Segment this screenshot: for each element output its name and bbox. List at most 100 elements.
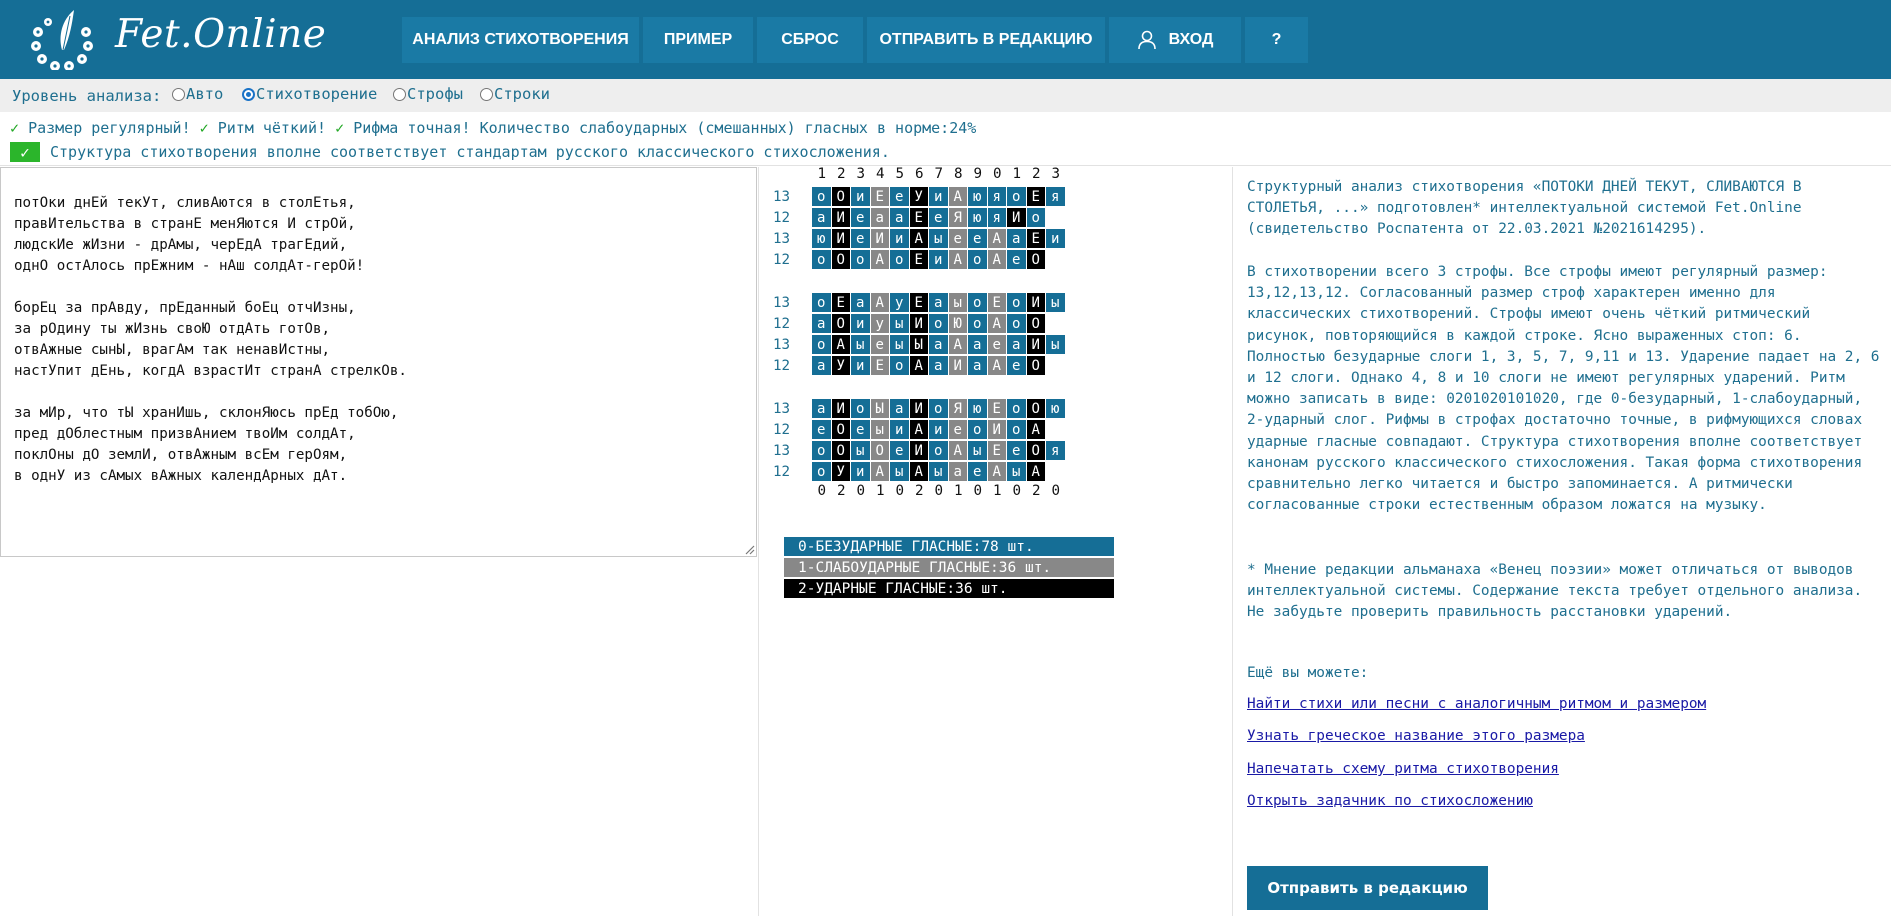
vowel-cell: о: [1007, 293, 1027, 312]
poem-line: правИтельства в странЕ менЯются И стрОй,: [14, 216, 356, 232]
reset-button[interactable]: СБРОС: [757, 17, 863, 63]
pattern-digit: 1: [992, 483, 1002, 499]
submit-header-button[interactable]: ОТПРАВИТЬ В РЕДАКЦИЮ: [867, 17, 1105, 63]
radio-circle-selected[interactable]: [242, 87, 255, 101]
vowel-cell: А: [870, 250, 890, 269]
brand-title[interactable]: Fet.Online: [115, 12, 326, 57]
syllable-count: 13: [773, 230, 791, 247]
vowel-cell: е: [890, 187, 910, 206]
link-similar-rhythm[interactable]: Найти стихи или песни с аналогичным ритм…: [1247, 696, 1706, 712]
check-icon: ✓: [335, 119, 345, 137]
vowel-cell: а: [929, 356, 949, 375]
vowel-cell: а: [929, 293, 949, 312]
vowel-cell: И: [870, 229, 890, 248]
vowel-cell: о: [851, 399, 871, 418]
analyze-button[interactable]: АНАЛИЗ СТИХОТВОРЕНИЯ: [402, 17, 639, 63]
vowel-cell: о: [968, 314, 988, 333]
column-number: 4: [875, 166, 885, 182]
pattern-digit: 0: [856, 483, 866, 499]
pattern-digit: 0: [1012, 483, 1022, 499]
poem-textarea[interactable]: потОки днЕй текУт, сливАются в столЕтья,…: [0, 167, 757, 557]
vowel-cell: О: [831, 187, 851, 206]
vowel-cell: и: [929, 250, 949, 269]
vowel-cell: ы: [890, 314, 910, 333]
radio-circle[interactable]: [393, 87, 406, 101]
radio-stanzas[interactable]: Строфы: [393, 85, 463, 103]
vowel-cell: и: [929, 420, 949, 439]
vowel-cell: о: [1007, 314, 1027, 333]
vowel-cell: и: [890, 420, 910, 439]
rhythm-row: 13 о Оы Ое Ио Аы Ее Оя: [773, 441, 1066, 460]
poem-line: за мИр, что тЫ хранИшь, склонЯюсь прЕд т…: [14, 405, 399, 421]
vowel-cell: е: [851, 420, 871, 439]
status-meter: Размер регулярный!: [28, 119, 191, 137]
vowel-cell: и: [1046, 229, 1066, 248]
poem-line: поклОны дО землИ, отвАжным всЕм герОям,: [14, 447, 348, 463]
syllable-column-numbers: 1234567890123: [812, 166, 1066, 182]
poem-line: пред дОблестным призвАнием твоИм солдАт,: [14, 426, 356, 442]
vowel-cell: ю: [968, 399, 988, 418]
vowel-cell: а: [890, 208, 910, 227]
resize-grip-icon[interactable]: [743, 543, 755, 555]
column-number: 3: [1051, 166, 1061, 182]
radio-poem[interactable]: Стихотворение: [242, 85, 377, 103]
vowel-cell: И: [909, 441, 929, 460]
report-note: * Мнение редакции альманаха «Венец поэзи…: [1247, 560, 1882, 624]
link-print-scheme[interactable]: Напечатать схему ритма стихотворения: [1247, 761, 1559, 777]
vowel-cell: А: [831, 335, 851, 354]
vowel-cell: А: [1026, 420, 1046, 439]
help-button[interactable]: ?: [1245, 17, 1308, 63]
radio-auto[interactable]: Авто: [172, 85, 223, 103]
report-intro-text: Структурный анализ стихотворения «ПОТОКИ…: [1247, 179, 1802, 238]
vowel-cell: А: [1026, 462, 1046, 481]
legend-weak-label: 1-СЛАБОУДАРНЫЕ ГЛАСНЫЕ:36 шт.: [798, 559, 1052, 576]
syllable-count: 12: [773, 209, 791, 226]
vowel-cell: о: [1007, 399, 1027, 418]
vowel-cell: Е: [1026, 187, 1046, 206]
radio-circle[interactable]: [480, 87, 493, 101]
link-exercises[interactable]: Открыть задачник по стихосложению: [1247, 793, 1533, 809]
vowel-cell: ы: [948, 293, 968, 312]
vowel-cell: и: [890, 229, 910, 248]
column-number: 2: [836, 166, 846, 182]
vowel-cell: О: [1026, 250, 1046, 269]
vowel-cell: о: [812, 335, 832, 354]
vowel-cell: и: [851, 462, 871, 481]
poem-line: в однУ из сАмых вАжных календАрных дАт.: [14, 468, 348, 484]
poem-line: [14, 382, 407, 403]
rhythm-row: 13 о Аы е ы Ыа Аа е а Иы: [773, 335, 1066, 354]
column-number: 6: [914, 166, 924, 182]
vowel-cell: о: [968, 420, 988, 439]
vowel-cell: Е: [870, 187, 890, 206]
rhythm-row: 13 о Еа Ау Еа ы о Ео Иы: [773, 293, 1066, 312]
poem-text[interactable]: потОки днЕй текУт, сливАются в столЕтья,…: [14, 193, 407, 487]
link-greek-name[interactable]: Узнать греческое название этого размера: [1247, 728, 1585, 744]
vowel-cell: а: [870, 208, 890, 227]
report-intro: Структурный анализ стихотворения «ПОТОКИ…: [1247, 177, 1882, 241]
login-button[interactable]: ВХОД: [1109, 17, 1241, 63]
radio-lines[interactable]: Строки: [480, 85, 550, 103]
vowel-cell: И: [1007, 208, 1027, 227]
legend-unstressed-label: 0-БЕЗУДАРНЫЕ ГЛАСНЫЕ:78 шт.: [798, 538, 1034, 555]
analysis-level-label: Уровень анализа:: [12, 87, 162, 105]
legend-stressed: 2-УДАРНЫЕ ГЛАСНЫЕ:36 шт.: [784, 579, 1114, 598]
send-to-editor-label: Отправить в редакцию: [1267, 879, 1468, 897]
rhythm-row: 12 е Ое ы и Аи е о Ио А: [773, 420, 1046, 439]
legend-stressed-label: 2-УДАРНЫЕ ГЛАСНЫЕ:36 шт.: [798, 580, 1008, 597]
radio-lines-label: Строки: [494, 85, 550, 103]
pattern-digit: 1: [875, 483, 885, 499]
vowel-cell: о: [851, 250, 871, 269]
status-line: ✓ Размер регулярный! ✓ Ритм чёткий! ✓ Ри…: [10, 119, 976, 137]
vowel-cell: а: [948, 462, 968, 481]
rhythm-row: 12 а Ои у ы Ио Юо Ао О: [773, 314, 1046, 333]
column-number: 1: [1012, 166, 1022, 182]
vowel-cell: А: [948, 335, 968, 354]
vowel-cell: ы: [968, 441, 988, 460]
send-to-editor-button[interactable]: Отправить в редакцию: [1247, 866, 1488, 910]
column-number: 3: [856, 166, 866, 182]
poem-line: борЕц за прАвду, прЕданный боЕц отчИзны,: [14, 300, 356, 316]
radio-circle[interactable]: [172, 87, 185, 101]
example-button[interactable]: ПРИМЕР: [643, 17, 753, 63]
pattern-digit: 0: [934, 483, 944, 499]
vowel-cell: о: [929, 441, 949, 460]
